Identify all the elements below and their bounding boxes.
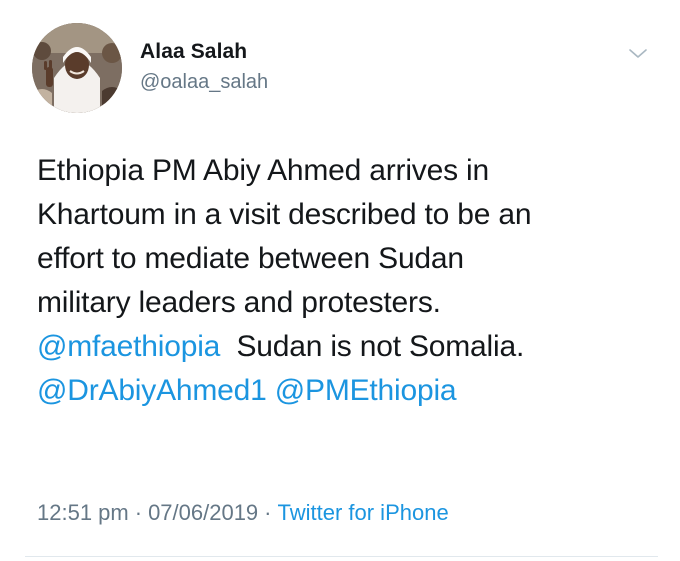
tweet-text-line: @DrAbiyAhmed1 @PMEthiopia (37, 369, 657, 413)
meta-separator: · (264, 500, 272, 525)
tweet-text-line: effort to mediate between Sudan (37, 242, 464, 275)
tweet-source-link[interactable]: Twitter for iPhone (278, 500, 449, 525)
tweet-text-line: Ethiopia PM Abiy Ahmed arrives in (37, 154, 489, 187)
meta-separator: · (134, 500, 143, 525)
tweet-text-fragment: Sudan is not Somalia. (236, 330, 525, 363)
avatar[interactable] (32, 23, 122, 113)
mention-link-pmethiopia[interactable]: @PMEthiopia (275, 374, 457, 407)
divider (25, 556, 658, 557)
author-name[interactable]: Alaa Salah (140, 40, 247, 64)
tweet-metadata: 12:51 pm · 07/06/2019 · Twitter for iPhone (37, 500, 449, 526)
tweet-text: Ethiopia PM Abiy Ahmed arrives in Kharto… (37, 149, 657, 413)
tweet-card: Alaa Salah @oalaa_salah Ethiopia PM Abiy… (0, 0, 680, 561)
mention-link-mfaethiopia[interactable]: @mfaethiopia (37, 330, 220, 363)
mention-link-drabiyahmed1[interactable]: @DrAbiyAhmed1 (37, 374, 267, 407)
tweet-text-line: Khartoum in a visit described to be an (37, 198, 532, 231)
chevron-down-icon[interactable] (626, 44, 650, 62)
tweet-text-line: military leaders and protesters. (37, 286, 441, 319)
tweet-date[interactable]: 07/06/2019 (148, 500, 258, 525)
tweet-time[interactable]: 12:51 pm (37, 500, 129, 525)
avatar-image (32, 23, 122, 113)
tweet-text-line: @mfaethiopia Sudan is not Somalia. (37, 325, 657, 369)
author-handle[interactable]: @oalaa_salah (140, 71, 268, 94)
